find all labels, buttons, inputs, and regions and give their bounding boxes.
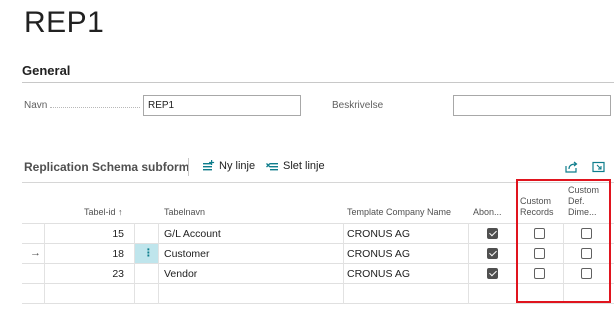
general-section-divider [22,82,614,83]
delete-line-icon [266,160,279,172]
description-label: Beskrivelse [332,100,384,111]
new-line-icon [202,160,215,172]
table-id-cell[interactable]: 15 [112,228,124,240]
highlight-box [516,179,611,303]
template-company-cell[interactable]: CRONUS AG [347,248,410,260]
table-name-cell[interactable]: Customer [164,248,210,260]
row-menu-cell[interactable]: ⋮ [135,244,158,264]
subscription-checkbox[interactable] [487,248,498,259]
column-divider [134,223,135,304]
delete-line-button[interactable]: Slet linje [266,160,325,172]
name-label: Navn [24,100,48,111]
table-id-cell[interactable]: 18 [112,248,124,260]
subscription-checkbox[interactable] [487,228,498,239]
name-label-dots [50,107,140,108]
table-name-cell[interactable]: G/L Account [164,228,221,240]
column-divider [158,223,159,304]
row-menu-icon: ⋮ [143,247,154,259]
column-divider [343,223,344,304]
current-row-arrow-icon: → [30,247,41,259]
column-divider [468,223,469,304]
new-line-label: Ny linje [219,160,256,172]
column-header-template-company[interactable]: Template Company Name [347,207,451,218]
column-header-table-name[interactable]: Tabelnavn [164,207,205,218]
share-icon[interactable] [565,160,578,178]
grid-bottom-border [22,303,614,304]
template-company-cell[interactable]: CRONUS AG [347,228,410,240]
name-input[interactable] [143,95,301,116]
expand-icon[interactable] [592,160,605,178]
page-title: REP1 [24,6,105,39]
description-input[interactable] [453,95,611,116]
column-header-subscription[interactable]: Abon... [473,207,502,218]
column-divider [44,223,45,304]
toolbar-separator [188,158,189,176]
subscription-checkbox[interactable] [487,268,498,279]
column-header-table-id[interactable]: Tabel-id ↑ [84,207,123,218]
table-id-cell[interactable]: 23 [112,268,124,280]
subform-title[interactable]: Replication Schema subform [24,160,189,174]
new-line-button[interactable]: Ny linje [202,160,255,172]
general-section-header[interactable]: General [22,63,70,78]
table-name-cell[interactable]: Vendor [164,268,197,280]
delete-line-label: Slet linje [283,160,325,172]
template-company-cell[interactable]: CRONUS AG [347,268,410,280]
